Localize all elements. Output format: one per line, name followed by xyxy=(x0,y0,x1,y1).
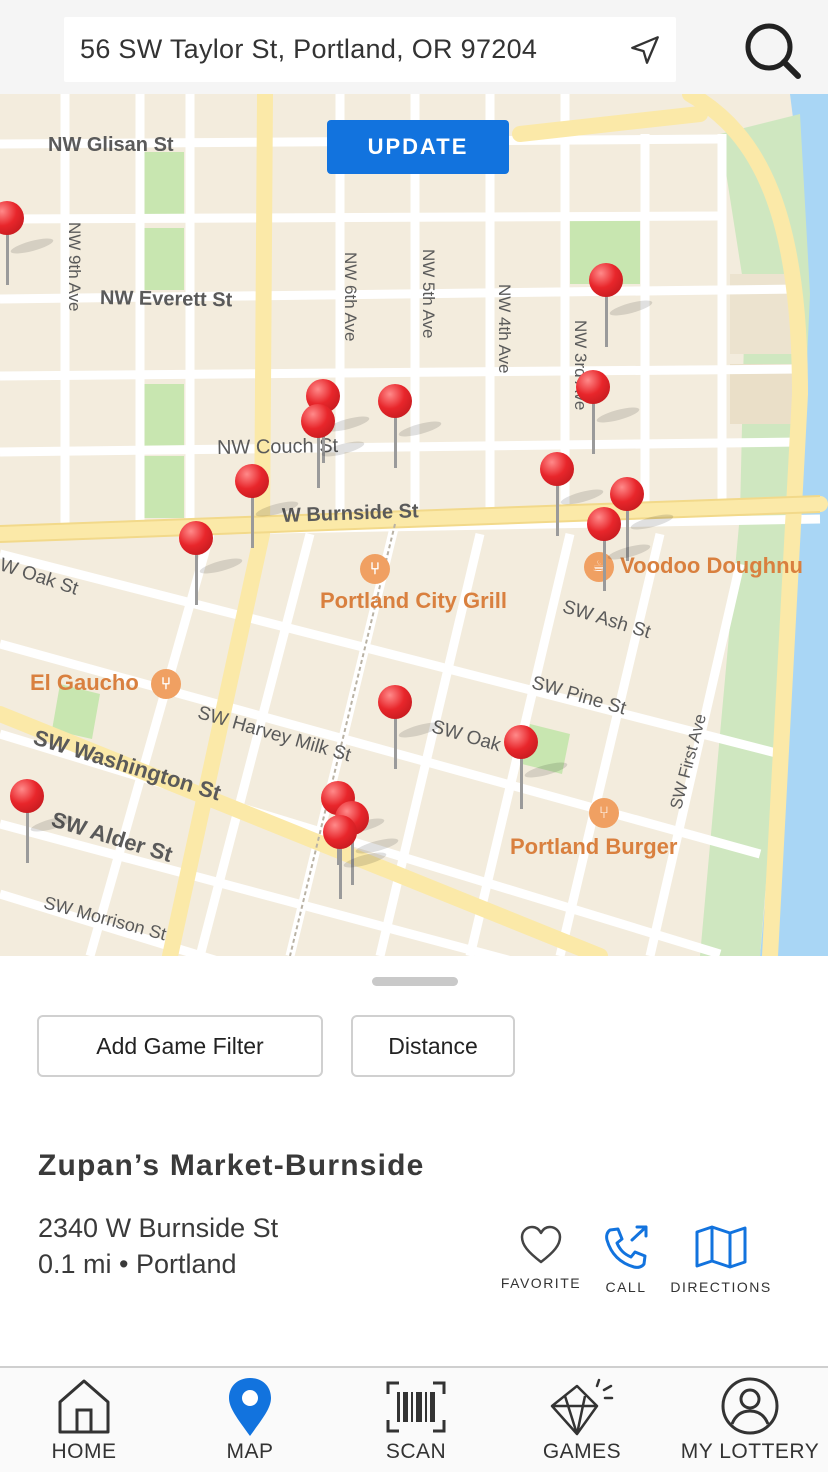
tab-label: MAP xyxy=(226,1440,274,1463)
poi-label: El Gaucho xyxy=(30,669,139,695)
store-pin[interactable] xyxy=(10,779,75,869)
sheet-handle[interactable] xyxy=(372,977,458,986)
store-pin[interactable] xyxy=(301,404,366,494)
street-label: NW 6th Ave xyxy=(341,252,360,342)
tab-label: SCAN xyxy=(385,1440,447,1463)
poi-label: Voodoo Doughnu xyxy=(620,552,803,578)
address-text: 56 SW Taylor St, Portland, OR 97204 xyxy=(80,34,538,64)
distance-filter-button[interactable]: Distance xyxy=(351,1015,515,1077)
map-view[interactable]: NW Glisan St NW Everett St NW Couch St W… xyxy=(0,94,828,956)
street-label: NW 9th Ave xyxy=(65,222,84,312)
poi-el-gaucho[interactable]: El Gaucho ⑂ xyxy=(30,669,181,699)
street-label: NW Everett St xyxy=(99,287,233,312)
store-pin[interactable] xyxy=(378,685,443,775)
tab-my-lottery[interactable]: MY LOTTERY xyxy=(672,1368,828,1472)
search-icon[interactable] xyxy=(740,18,804,82)
store-pin[interactable] xyxy=(540,452,605,542)
user-icon xyxy=(721,1377,779,1435)
tab-map[interactable]: MAP xyxy=(200,1368,300,1472)
poi-label: Portland Burger xyxy=(510,834,678,859)
favorite-label: FAVORITE xyxy=(500,1275,582,1291)
store-pin[interactable] xyxy=(576,370,641,460)
store-pin[interactable] xyxy=(504,725,569,815)
map-pin-icon xyxy=(229,1378,271,1436)
barcode-scan-icon xyxy=(386,1381,446,1433)
directions-label: DIRECTIONS xyxy=(670,1279,772,1295)
restaurant-icon: ⑂ xyxy=(150,669,181,699)
call-label: CALL xyxy=(605,1279,647,1295)
tab-scan[interactable]: SCAN xyxy=(366,1368,466,1472)
poi-portland-burger[interactable]: Portland Burger xyxy=(510,834,677,859)
tab-label: HOME xyxy=(51,1440,117,1463)
store-pin[interactable] xyxy=(0,201,55,291)
diamond-icon xyxy=(550,1378,614,1436)
tab-home[interactable]: HOME xyxy=(30,1368,138,1472)
restaurant-icon: ⑂ xyxy=(589,798,619,828)
phone-call-icon xyxy=(605,1225,648,1269)
restaurant-icon: ⑂ xyxy=(360,554,390,584)
street-label: NW 4th Ave xyxy=(495,284,514,374)
store-pin[interactable] xyxy=(587,507,652,597)
store-pin[interactable] xyxy=(179,521,244,611)
address-search-field[interactable]: 56 SW Taylor St, Portland, OR 97204 xyxy=(64,17,676,82)
tab-label: GAMES xyxy=(542,1440,622,1463)
call-button[interactable]: CALL xyxy=(596,1224,656,1295)
tab-bar: HOME MAP SCAN GAMES MY LOTTERY xyxy=(0,1366,828,1472)
home-icon xyxy=(58,1379,110,1434)
add-game-filter-button[interactable]: Add Game Filter xyxy=(37,1015,323,1077)
store-sheet: Add Game Filter Distance Zupan’s Market-… xyxy=(0,956,828,1366)
street-label: W Burnside St xyxy=(281,500,419,527)
poi-portland-city-grill[interactable]: ⑂ Portland City Grill xyxy=(320,554,507,613)
location-arrow-icon[interactable] xyxy=(628,33,662,67)
store-name[interactable]: Zupan’s Market-Burnside xyxy=(38,1149,425,1183)
store-address: 2340 W Burnside St xyxy=(38,1213,279,1243)
top-bar: 56 SW Taylor St, Portland, OR 97204 xyxy=(0,0,828,94)
street-label: NW Glisan St xyxy=(48,134,174,156)
heart-icon xyxy=(520,1225,562,1264)
store-pin[interactable] xyxy=(589,263,654,353)
tab-label: MY LOTTERY xyxy=(680,1440,820,1463)
store-pin[interactable] xyxy=(378,384,443,474)
tab-games[interactable]: GAMES xyxy=(530,1368,634,1472)
favorite-button[interactable]: FAVORITE xyxy=(494,1224,588,1291)
store-pin[interactable] xyxy=(323,815,388,905)
street-label: NW 5th Ave xyxy=(419,249,438,339)
directions-button[interactable]: DIRECTIONS xyxy=(666,1224,776,1295)
update-button[interactable]: UPDATE xyxy=(327,120,509,174)
map-icon xyxy=(695,1225,747,1269)
store-pin[interactable] xyxy=(235,464,300,554)
store-distance: 0.1 mi • Portland xyxy=(38,1249,237,1279)
poi-label: Portland City Grill xyxy=(320,588,508,613)
